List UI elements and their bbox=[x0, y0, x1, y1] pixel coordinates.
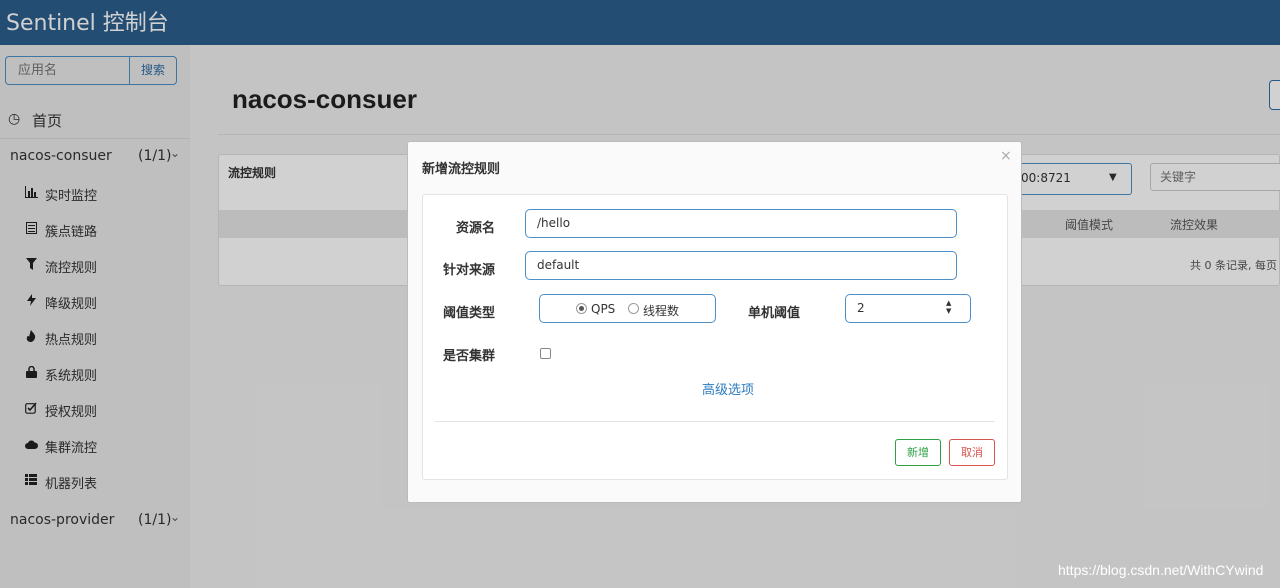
threshold-type-label: 阈值类型 bbox=[443, 306, 496, 321]
threshold-type-group: QPS 线程数 bbox=[539, 294, 716, 323]
single-threshold-label: 单机阈值 bbox=[748, 306, 801, 321]
dialog-body: 资源名 /hello 针对来源 default 阈值类型 QPS 线程数 单机阈… bbox=[422, 194, 1008, 480]
spinner-arrows-icon[interactable]: ▲ ▼ bbox=[946, 299, 951, 315]
cancel-button[interactable]: 取消 bbox=[949, 439, 995, 466]
radio-qps[interactable] bbox=[576, 303, 587, 314]
resource-label: 资源名 bbox=[456, 221, 496, 236]
single-threshold-value: 2 bbox=[857, 301, 865, 315]
radio-qps-label: QPS bbox=[591, 302, 616, 316]
single-threshold-stepper[interactable]: 2 ▲ ▼ bbox=[845, 294, 971, 323]
close-icon[interactable]: × bbox=[1000, 148, 1012, 164]
radio-thread-count-label: 线程数 bbox=[643, 304, 680, 318]
footer-divider bbox=[435, 421, 995, 422]
watermark-text: https://blog.csdn.net/WithCYwind bbox=[1058, 562, 1264, 578]
radio-thread-count[interactable] bbox=[628, 303, 639, 314]
add-button[interactable]: 新增 bbox=[895, 439, 941, 466]
cluster-label: 是否集群 bbox=[443, 349, 496, 364]
add-flow-rule-dialog: 新增流控规则 × 资源名 /hello 针对来源 default 阈值类型 QP… bbox=[407, 141, 1022, 503]
cluster-checkbox[interactable] bbox=[540, 348, 551, 359]
origin-label: 针对来源 bbox=[443, 263, 496, 278]
advanced-options-link[interactable]: 高级选项 bbox=[702, 379, 754, 398]
dialog-title: 新增流控规则 bbox=[422, 162, 501, 177]
resource-name-input[interactable]: /hello bbox=[525, 209, 957, 238]
origin-input[interactable]: default bbox=[525, 251, 957, 280]
